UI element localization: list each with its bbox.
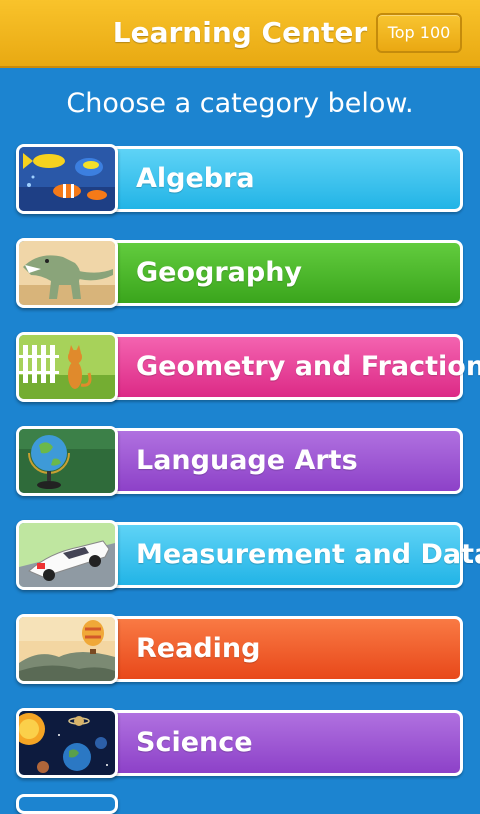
category-language-arts[interactable]: Language Arts [16, 426, 463, 496]
thumbnail-partial [16, 794, 118, 814]
category-label: Reading [136, 633, 261, 664]
category-label: Measurement and Data [136, 539, 480, 570]
app-header: Learning Center Top 100 [0, 0, 480, 68]
category-label: Science [136, 727, 253, 758]
category-geometry-and-fractions[interactable]: Geometry and Fractions [16, 332, 480, 402]
hot-air-balloon-icon [16, 614, 118, 684]
category-label: Geography [136, 257, 303, 288]
race-car-icon [16, 520, 118, 590]
category-reading[interactable]: Reading [16, 614, 463, 684]
cat-fence-icon [16, 332, 118, 402]
category-label: Language Arts [136, 445, 358, 476]
tropical-fish-icon [16, 144, 118, 214]
instruction-text: Choose a category below. [66, 88, 414, 119]
solar-system-icon [16, 708, 118, 778]
globe-icon [16, 426, 118, 496]
category-partial-row[interactable] [16, 794, 463, 814]
category-science[interactable]: Science [16, 708, 463, 778]
category-measurement-and-data[interactable]: Measurement and Data [16, 520, 480, 590]
category-label: Algebra [136, 163, 255, 194]
top-100-button[interactable]: Top 100 [376, 13, 462, 53]
category-geography[interactable]: Geography [16, 238, 463, 308]
category-label: Geometry and Fractions [136, 351, 480, 382]
dinosaur-icon [16, 238, 118, 308]
category-algebra[interactable]: Algebra [16, 144, 463, 214]
